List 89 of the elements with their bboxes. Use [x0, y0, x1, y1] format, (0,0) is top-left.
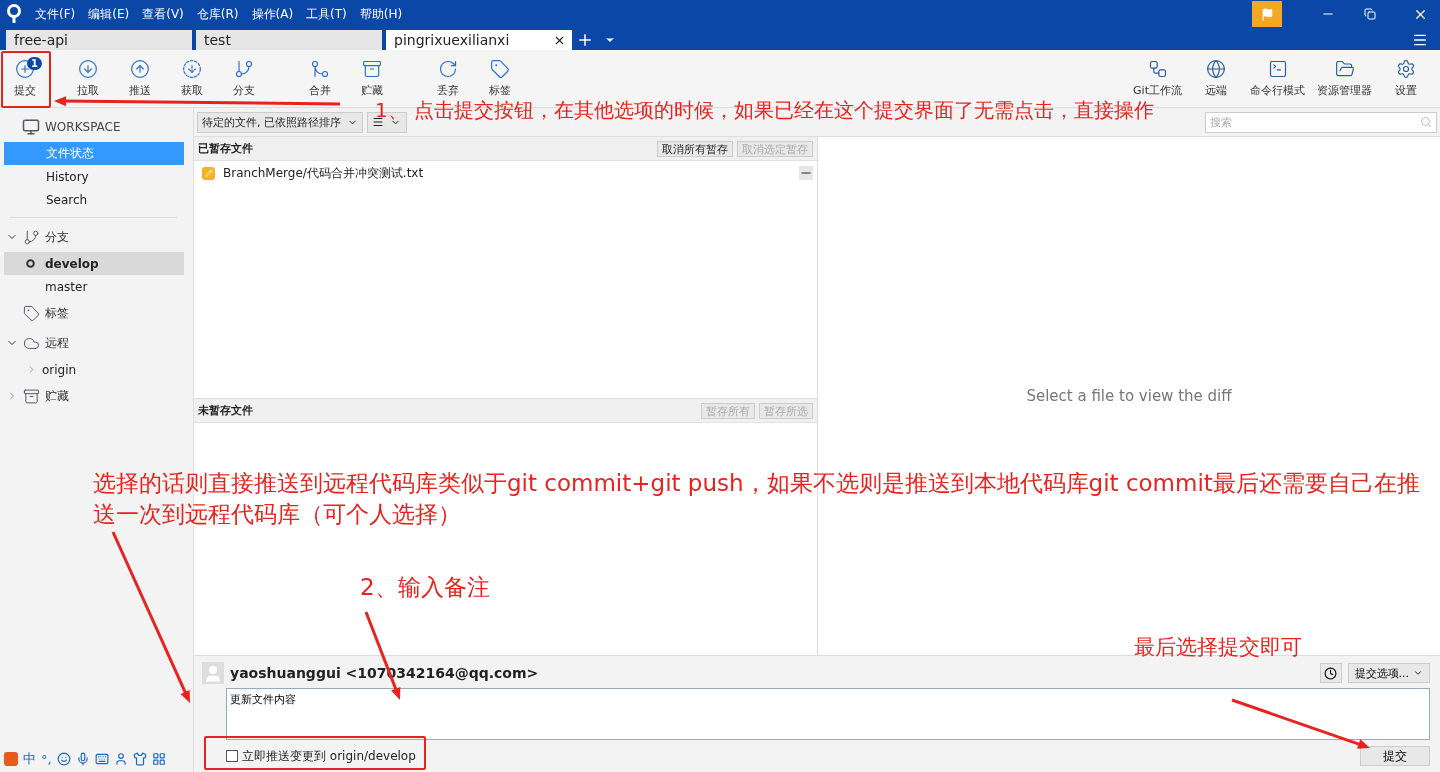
highlight-frame — [1, 51, 51, 108]
menu-item[interactable]: 帮助(H) — [359, 5, 403, 23]
menu-item[interactable]: 查看(V) — [142, 5, 184, 23]
history-button[interactable] — [1319, 663, 1342, 683]
sidebar-item[interactable]: History — [4, 165, 184, 188]
search-icon — [1420, 116, 1432, 128]
repo-tab[interactable]: free-api — [6, 30, 192, 50]
arrow-up-circle-icon — [130, 59, 150, 79]
stage-button[interactable]: 取消所有暂存 — [657, 140, 733, 157]
section-title[interactable]: 远程 — [45, 334, 69, 352]
stash-box-icon — [362, 59, 382, 79]
restore-icon[interactable] — [1364, 8, 1376, 20]
repo-tab[interactable]: pingrixuexilianxi — [386, 30, 572, 50]
toolbar-button[interactable]: 贮藏 — [346, 55, 398, 102]
merge-icon — [310, 59, 330, 79]
tag-icon — [490, 59, 510, 79]
ime-toggle[interactable]: 中 — [23, 750, 36, 768]
dashed-arrow-down-circle-icon — [182, 59, 202, 79]
flow-icon — [1147, 59, 1168, 79]
settings-icon — [1396, 59, 1416, 79]
toolbar-button[interactable]: 分支 — [218, 55, 270, 102]
commit-message-field[interactable]: 更新文件内容 — [226, 688, 1430, 740]
commit-button[interactable]: 提交 — [1360, 746, 1430, 766]
annotation-text: 选择的话则直接推送到远程代码库类似于git commit+git push，如果不选则是推送到本地代码库git commit最后还需要自己在推送一次到远程代码库（可个人选择） — [93, 469, 1421, 530]
section-title: 未暂存文件 — [198, 403, 253, 418]
toolbar-button[interactable]: 拉取 — [62, 55, 114, 102]
modified-file-icon — [202, 166, 215, 180]
refresh-icon — [438, 59, 458, 79]
toolbar-button[interactable]: 设置 — [1378, 55, 1434, 102]
smile-icon[interactable] — [56, 752, 71, 766]
folder-icon — [1334, 59, 1355, 79]
sort-dropdown[interactable]: 待定的文件, 已依照路径排序 — [197, 111, 363, 133]
toolbar-button[interactable]: 获取 — [166, 55, 218, 102]
branch-item[interactable]: develop — [4, 252, 184, 275]
chevron-down-icon — [1413, 668, 1423, 678]
empty-diff-message: Select a file to view the diff — [1026, 387, 1232, 405]
ime-logo-icon — [4, 752, 18, 766]
annotation-text: 1、 点击提交按钮，在其他选项的时候，如果已经在这个提交界面了无需点击，直接操作 — [375, 99, 1155, 121]
menu-icon[interactable] — [1412, 32, 1428, 48]
toolbar-button[interactable]: 命令行模式 — [1244, 55, 1311, 102]
section-title: 已暂存文件 — [198, 141, 253, 156]
list-icon — [372, 116, 384, 128]
tag-icon — [23, 304, 40, 322]
avatar-silhouette — [202, 662, 224, 684]
push-checkbox[interactable]: 立即推送变更到 origin/develop — [226, 747, 416, 765]
menu-item[interactable]: 编辑(E) — [88, 5, 130, 23]
branch-item[interactable]: master — [4, 275, 184, 298]
add-tab-icon[interactable] — [576, 31, 594, 49]
ime-toggle[interactable]: °, — [41, 751, 52, 767]
globe-icon — [1206, 59, 1226, 79]
toolbar-button[interactable]: 1 提交 — [4, 55, 46, 102]
toolbar-button[interactable]: Git工作流 — [1127, 55, 1188, 102]
section-title[interactable]: 标签 — [45, 304, 69, 322]
grid-icon[interactable] — [151, 752, 166, 766]
repo-tab[interactable]: test — [196, 30, 382, 50]
arrow-down-circle-icon — [78, 59, 98, 79]
checkbox-square[interactable] — [226, 750, 238, 762]
sidebar-item[interactable]: Search — [4, 188, 184, 211]
branch-icon — [23, 228, 40, 246]
toolbar-button[interactable]: 合并 — [294, 55, 346, 102]
menu-item[interactable]: 文件(F) — [35, 5, 76, 23]
unstage-icon[interactable] — [799, 166, 813, 180]
shirt-icon[interactable] — [132, 752, 147, 766]
annotation-text: 2、输入备注 — [360, 573, 490, 602]
clock-icon — [1324, 666, 1337, 680]
branch-icon — [234, 59, 254, 79]
stash-box-icon — [23, 387, 40, 405]
section-title: WORKSPACE — [45, 120, 121, 134]
toolbar-button[interactable]: 资源管理器 — [1311, 55, 1378, 102]
menu-item[interactable]: 工具(T) — [306, 5, 347, 23]
toolbar-button[interactable]: 推送 — [114, 55, 166, 102]
keyboard-icon[interactable] — [94, 752, 109, 766]
menu-item[interactable]: 操作(A) — [251, 5, 294, 23]
toolbar-button[interactable]: 远端 — [1188, 55, 1244, 102]
app-logo-icon — [6, 4, 22, 24]
file-path[interactable]: BranchMerge/代码合并冲突测试.txt — [223, 164, 791, 182]
menu-item[interactable]: 仓库(R) — [196, 5, 239, 23]
terminal-icon — [1267, 59, 1288, 79]
remote-item[interactable]: origin — [0, 358, 180, 381]
monitor-icon — [22, 118, 40, 136]
flag-icon — [1260, 7, 1274, 21]
current-branch-icon — [26, 259, 35, 268]
annotation-text: 最后选择提交即可 — [1134, 634, 1302, 661]
commit-options-dropdown[interactable]: 提交选项... — [1347, 663, 1430, 683]
mic-icon[interactable] — [75, 752, 90, 766]
section-title[interactable]: 贮藏 — [45, 387, 69, 405]
user-icon[interactable] — [113, 752, 128, 766]
section-title[interactable]: 分支 — [45, 228, 69, 246]
count-badge: 1 — [27, 57, 42, 70]
